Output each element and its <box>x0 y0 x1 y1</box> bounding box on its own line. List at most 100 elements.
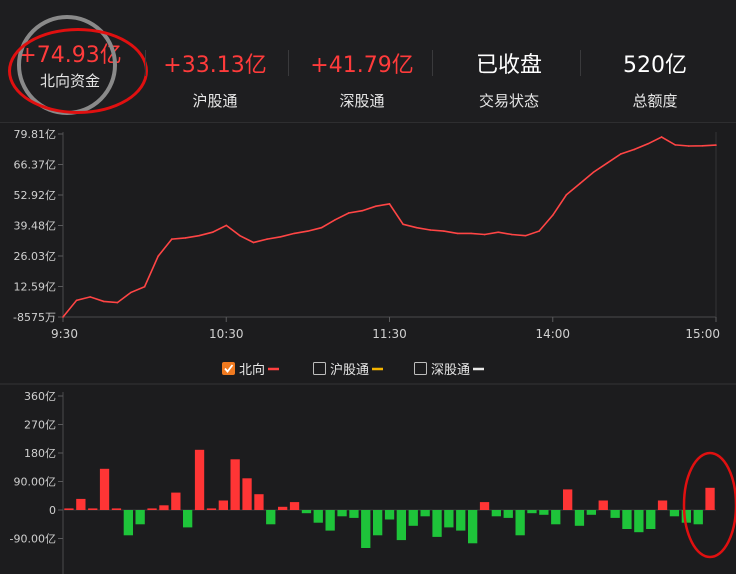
line-point <box>551 214 554 217</box>
line-point <box>252 241 255 244</box>
line-x-tick-label: 9:30 <box>51 327 78 341</box>
charts-canvas: 79.81亿 66.37亿 52.92亿 39.48亿 26.03亿 12.59亿 -857… <box>0 128 736 574</box>
bar <box>266 510 276 525</box>
line-point <box>619 153 622 155</box>
bar <box>99 468 110 510</box>
legend: 北向 沪股通 深股通 <box>222 362 484 378</box>
bar <box>194 449 205 510</box>
bar <box>563 489 573 510</box>
bar <box>384 510 395 520</box>
line-point <box>443 230 445 232</box>
quota-value: 520亿 <box>623 53 687 78</box>
bar <box>135 510 145 525</box>
bar <box>420 510 430 517</box>
bar <box>361 510 371 548</box>
line-x-tick-label: 11:30 <box>372 327 407 341</box>
line-point <box>415 226 418 229</box>
legend-item[interactable]: 深股通 <box>414 362 485 379</box>
bar-y-tick-label: 270亿 <box>24 419 56 432</box>
line-point <box>225 224 228 227</box>
bar <box>183 510 193 528</box>
line-series-group <box>62 136 717 318</box>
line-point <box>592 171 595 173</box>
line-point <box>511 233 513 236</box>
legend-label: 北向 <box>239 362 265 378</box>
bar-y-tick-label: 360亿 <box>24 390 56 403</box>
bar <box>479 502 490 510</box>
bar <box>349 510 359 518</box>
bar-series-group <box>64 449 715 548</box>
line-point <box>198 234 200 237</box>
line-x-tick-label: 15:00 <box>685 327 720 341</box>
shenzhen-value: +41.79亿 <box>310 53 414 78</box>
bar-y-tick-label: 180亿 <box>24 447 56 460</box>
bar <box>88 508 98 510</box>
line-y-tick-label: 66.37亿 <box>14 159 57 172</box>
quota-label: 总额度 <box>632 92 678 110</box>
line-point <box>579 182 581 185</box>
stat-shenzhen[interactable]: +41.79亿 深股通 <box>297 0 427 122</box>
bar <box>705 487 715 510</box>
bar <box>159 505 169 511</box>
bar <box>206 508 217 510</box>
bar <box>111 508 122 510</box>
line-y-tick-label: 39.48亿 <box>14 220 57 233</box>
legend-label: 沪股通 <box>330 362 369 378</box>
stat-quota: 520亿 总额度 <box>590 0 720 122</box>
bar <box>408 510 418 526</box>
line-y-tick-label: 26.03亿 <box>14 250 57 263</box>
legend-label: 深股通 <box>431 363 470 378</box>
line-point <box>388 203 391 205</box>
bar <box>657 500 668 510</box>
bar <box>432 510 442 537</box>
bar <box>337 510 347 517</box>
line-point <box>361 209 364 212</box>
bar <box>289 502 300 510</box>
checkbox-icon[interactable] <box>414 362 427 375</box>
legend-item[interactable]: 北向 <box>222 362 279 378</box>
stat-shanghai[interactable]: +33.13亿 沪股通 <box>150 0 280 122</box>
line-point <box>497 231 500 234</box>
line-point <box>483 233 486 236</box>
bar <box>456 510 466 531</box>
checkbox-checked-icon[interactable] <box>222 362 235 375</box>
line-point <box>184 237 187 239</box>
bar <box>123 510 133 536</box>
status-value: 已收盘 <box>475 53 542 78</box>
bar <box>254 494 264 510</box>
bar <box>551 510 561 525</box>
line-point <box>524 234 527 237</box>
line-chart-frame <box>62 132 717 318</box>
bar <box>171 492 181 510</box>
bar-y-tick-label: -90.00亿 <box>10 533 56 546</box>
bar <box>278 506 288 510</box>
summary-bar: +74.93亿 北向资金 +33.13亿 沪股通 +41.79亿 深股通 已收盘… <box>0 0 736 123</box>
line-point <box>211 231 214 234</box>
bar <box>527 510 537 514</box>
bar <box>634 510 644 533</box>
bar <box>598 500 608 510</box>
bar <box>610 510 620 518</box>
line-x-tick-label: 10:30 <box>209 327 244 341</box>
bar <box>301 510 312 514</box>
bar <box>693 510 703 525</box>
line-point <box>279 235 282 238</box>
bar <box>218 500 228 510</box>
line-series-northbound <box>62 136 717 318</box>
line-point <box>565 194 568 196</box>
line-point <box>456 232 459 235</box>
bar <box>539 510 549 515</box>
line-point <box>334 218 336 221</box>
line-point <box>429 229 432 231</box>
line-point <box>143 285 146 288</box>
checkbox-icon[interactable] <box>313 362 326 375</box>
line-point <box>660 136 663 138</box>
divider <box>145 50 146 76</box>
shanghai-value: +33.13亿 <box>163 53 267 78</box>
line-point <box>62 316 64 318</box>
legend-item[interactable]: 沪股通 <box>313 362 384 378</box>
bar <box>503 510 513 518</box>
line-y-axis: 79.81亿 66.37亿 52.92亿 39.48亿 26.03亿 12.59亿 -857… <box>13 128 63 324</box>
line-y-tick-label: 79.81亿 <box>14 128 57 141</box>
bar <box>230 459 240 510</box>
